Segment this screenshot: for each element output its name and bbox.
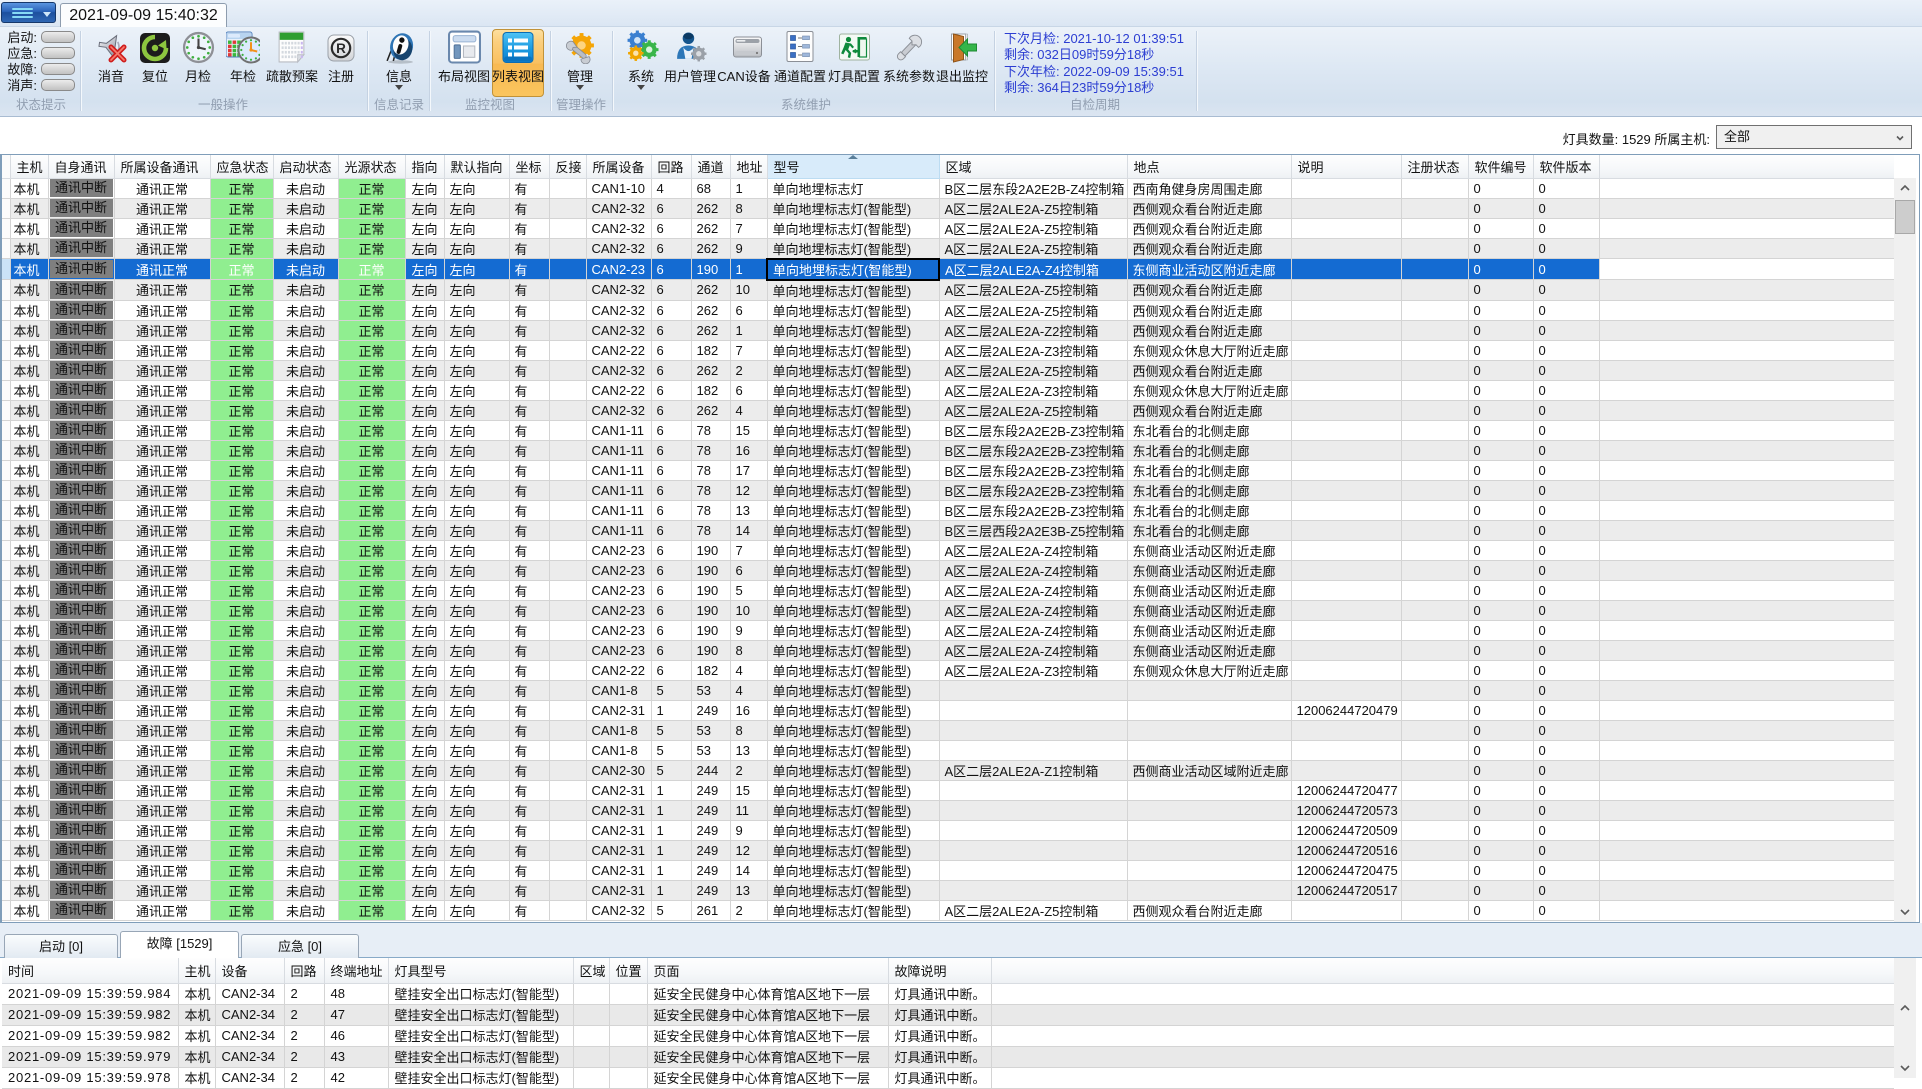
svg-text:R: R — [336, 41, 346, 56]
